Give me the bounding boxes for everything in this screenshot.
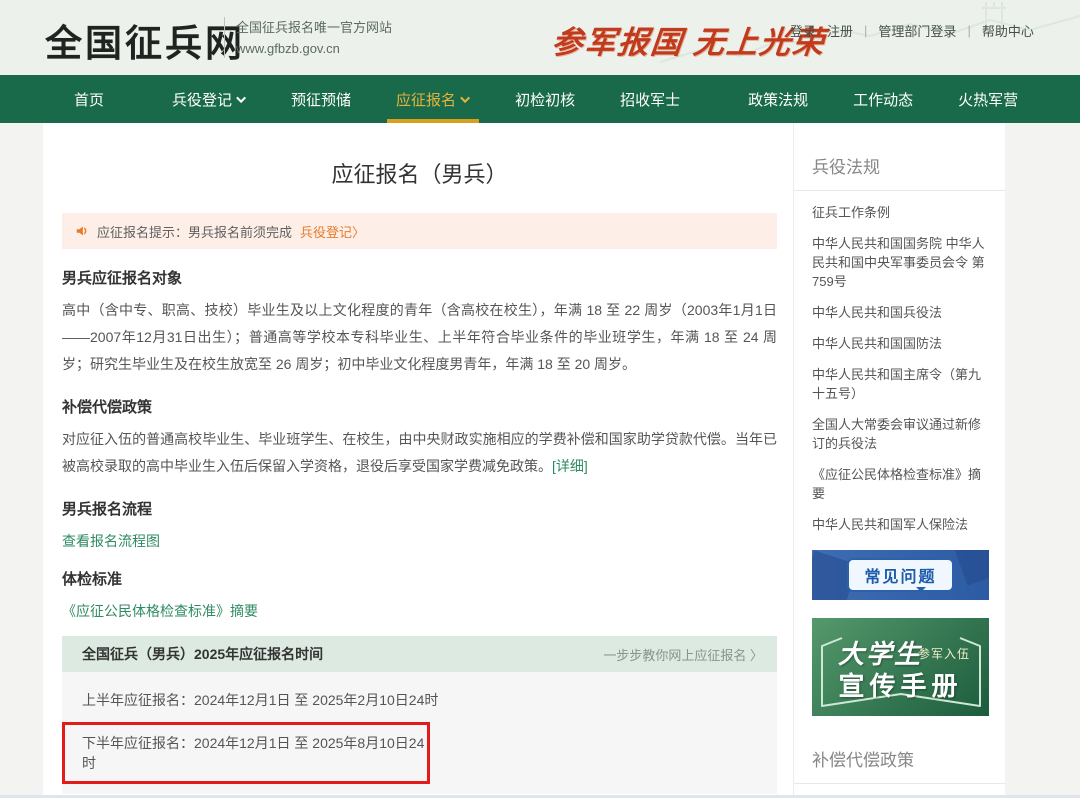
second-half-time: 下半年应征报名：2024年12月1日 至 2025年8月10日24时 <box>82 735 425 771</box>
section-heading-policy: 补偿代偿政策 <box>62 399 153 416</box>
nav-item-online-consult[interactable]: 在线咨询 <box>1075 75 1080 123</box>
nav-label: 预征预储 <box>291 91 352 109</box>
guide-link-label: 一步步教你网上应征报名 <box>603 647 747 663</box>
handbook-banner-subtitle: 参军入伍 <box>918 647 971 661</box>
nav-item-home[interactable]: 首页 <box>63 75 115 123</box>
notice-text: 应征报名提示：男兵报名前须完成 <box>97 224 293 240</box>
sidebar-heading-compensation: 补偿代偿政策 <box>812 751 914 770</box>
link-divider: | <box>967 23 971 38</box>
nav-label: 应征报名 <box>396 91 457 109</box>
sidebar: 兵役法规 征兵工作条例 中华人民共和国国务院 中华人民共和国中央军事委员会令 第… <box>793 123 1005 795</box>
online-apply-guide-link[interactable]: 一步步教你网上应征报名 〉 <box>603 645 763 664</box>
site-tagline: 全国征兵报名唯一官方网站 www.gfbzb.gov.cn <box>236 17 392 59</box>
nav-item-military-camp[interactable]: 火热军营 <box>947 75 1029 123</box>
sidebar-divider <box>794 783 1005 784</box>
nav-item-enlistment-application[interactable]: 应征报名 <box>385 75 481 123</box>
page-title: 应征报名（男兵） <box>331 162 508 187</box>
notice-link-label: 兵役登记 <box>300 224 353 240</box>
page-body: 应征报名（男兵） 应征报名提示：男兵报名前须完成 兵役登记〉 男兵应征报名对象 … <box>0 123 1080 798</box>
law-item[interactable]: 中华人民共和国国务院 中华人民共和国中央军事委员会令 第759号 <box>812 234 989 291</box>
handbook-banner[interactable]: 大学生 参军入伍 宣传手册 <box>812 618 989 716</box>
time-box-title: 全国征兵（男兵）2025年应征报名时间 <box>82 646 324 662</box>
register-link[interactable]: 注册 <box>827 21 853 40</box>
section-heading-physical: 体检标准 <box>62 571 123 588</box>
faq-banner-label: 常见问题 <box>847 558 954 592</box>
policy-paragraph: 对应征入伍的普通高校毕业生、毕业班学生、在校生，由中央财政实施相应的学费补偿和国… <box>62 426 777 480</box>
login-link[interactable]: 登录 <box>790 21 816 40</box>
law-item[interactable]: 中华人民共和国兵役法 <box>812 303 989 322</box>
nav-item-work-news[interactable]: 工作动态 <box>842 75 924 123</box>
nav-item-service-registration[interactable]: 兵役登记 <box>161 75 257 123</box>
nav-item-pre-recruitment[interactable]: 预征预储 <box>280 75 362 123</box>
link-divider: | <box>864 23 868 38</box>
nav-label: 首页 <box>74 91 105 109</box>
target-paragraph: 高中（含中专、职高、技校）毕业生及以上文化程度的青年（含高校在校生），年满 18… <box>62 302 777 372</box>
slogan-calligraphy: 参军报国 无上光荣 <box>549 25 828 60</box>
nav-item-policies[interactable]: 政策法规 <box>737 75 819 123</box>
sidebar-divider <box>794 190 1005 191</box>
content-card: 应征报名（男兵） 应征报名提示：男兵报名前须完成 兵役登记〉 男兵应征报名对象 … <box>43 123 1005 795</box>
header-links: 登录 注册 | 管理部门登录 | 帮助中心 <box>790 21 1034 40</box>
site-logo[interactable]: 全国征兵网 <box>45 13 245 67</box>
site-header: 全国征兵网 全国征兵报名唯一官方网站 www.gfbzb.gov.cn 参军报国… <box>0 0 1080 75</box>
section-heading-target: 男兵应征报名对象 <box>62 270 183 287</box>
nav-item-nco-recruitment[interactable]: 招收军士 <box>609 75 691 123</box>
main-column: 应征报名（男兵） 应征报名提示：男兵报名前须完成 兵役登记〉 男兵应征报名对象 … <box>43 123 793 795</box>
banner-decoration <box>952 550 989 586</box>
time-box-header: 全国征兵（男兵）2025年应征报名时间 一步步教你网上应征报名 〉 <box>62 636 777 672</box>
nav-label: 招收军士 <box>620 91 681 109</box>
application-time-box: 全国征兵（男兵）2025年应征报名时间 一步步教你网上应征报名 〉 上半年应征报… <box>62 636 777 794</box>
policy-detail-link[interactable]: [详细] <box>552 458 588 474</box>
service-registration-link[interactable]: 兵役登记〉 <box>300 222 365 241</box>
nav-label: 工作动态 <box>853 91 914 109</box>
highlight-red-box: 下半年应征报名：2024年12月1日 至 2025年8月10日24时 <box>62 722 430 784</box>
time-box-body: 上半年应征报名：2024年12月1日 至 2025年2月10日24时 下半年应征… <box>62 672 777 794</box>
sidebar-heading-laws: 兵役法规 <box>812 158 880 177</box>
chevron-right-icon: 〉 <box>352 224 366 240</box>
nav-label: 兵役登记 <box>172 91 233 109</box>
header-divider <box>224 17 225 58</box>
help-center-link[interactable]: 帮助中心 <box>982 21 1034 40</box>
nav-item-initial-check[interactable]: 初检初核 <box>504 75 586 123</box>
physical-standard-link[interactable]: 《应征公民体格检查标准》摘要 <box>62 603 258 619</box>
notice-bar: 应征报名提示：男兵报名前须完成 兵役登记〉 <box>62 213 777 249</box>
handbook-banner-title2: 宣传手册 <box>838 672 963 701</box>
nav-label: 初检初核 <box>515 91 576 109</box>
first-half-time: 上半年应征报名：2024年12月1日 至 2025年2月10日24时 <box>82 692 439 708</box>
chevron-down-icon <box>460 92 471 103</box>
flow-chart-link[interactable]: 查看报名流程图 <box>62 533 160 549</box>
law-item[interactable]: 中华人民共和国国防法 <box>812 334 989 353</box>
nav-label: 火热军营 <box>958 91 1019 109</box>
law-item[interactable]: 中华人民共和国主席令（第九十五号） <box>812 365 989 403</box>
law-item[interactable]: 《应征公民体格检查标准》摘要 <box>812 465 989 503</box>
law-item[interactable]: 征兵工作条例 <box>812 203 989 222</box>
chevron-down-icon <box>236 92 247 103</box>
policy-text: 对应征入伍的普通高校毕业生、毕业班学生、在校生，由中央财政实施相应的学费补偿和国… <box>62 431 777 474</box>
admin-login-link[interactable]: 管理部门登录 <box>878 21 956 40</box>
tagline-line1: 全国征兵报名唯一官方网站 <box>236 20 393 35</box>
tagline-line2: www.gfbzb.gov.cn <box>236 41 340 56</box>
section-heading-flow: 男兵报名流程 <box>62 501 153 518</box>
law-item[interactable]: 中华人民共和国军人保险法 <box>812 515 989 534</box>
main-nav: 首页 兵役登记 预征预储 应征报名 初检初核 招收军士 政策法规 工作动态 火热… <box>0 75 1080 123</box>
law-item[interactable]: 全国人大常委会审议通过新修订的兵役法 <box>812 415 989 453</box>
faq-banner[interactable]: 常见问题 <box>812 550 989 600</box>
nav-label: 政策法规 <box>748 91 809 109</box>
chevron-right-icon: 〉 <box>749 647 763 663</box>
speaker-icon <box>76 226 87 236</box>
